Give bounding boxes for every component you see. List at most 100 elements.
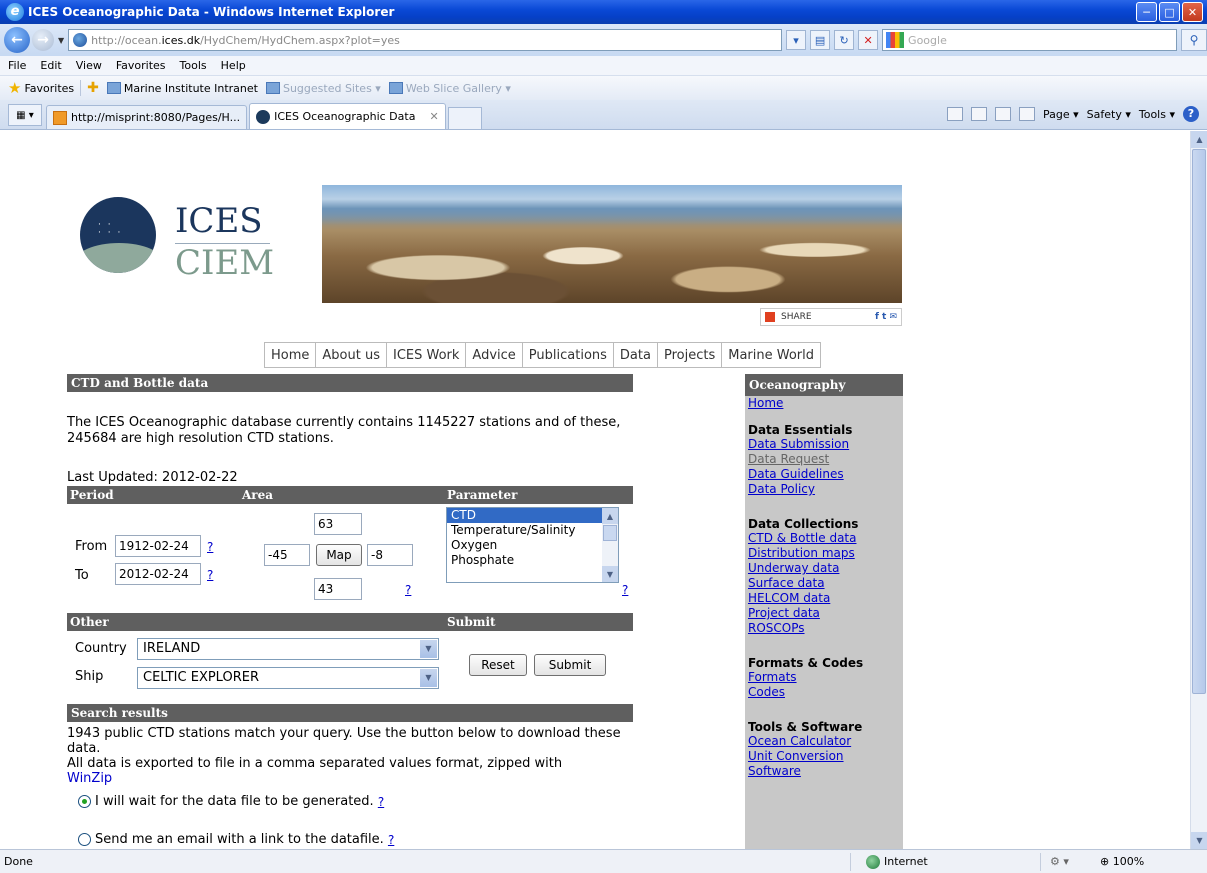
menu-view[interactable]: View	[76, 59, 102, 72]
link-unit-conversion[interactable]: Unit Conversion	[745, 749, 903, 764]
search-field[interactable]: Google	[882, 29, 1177, 51]
page-icon[interactable]: ▤	[810, 30, 831, 50]
menu-favorites[interactable]: Favorites	[116, 59, 166, 72]
link-data-policy[interactable]: Data Policy	[745, 482, 903, 497]
favorite-suggested-sites[interactable]: Suggested Sites ▾	[265, 82, 381, 95]
link-data-guidelines[interactable]: Data Guidelines	[745, 467, 903, 482]
favorites-button[interactable]: Favorites	[24, 82, 74, 95]
link-helcom-data[interactable]: HELCOM data	[745, 591, 903, 606]
option-wait[interactable]: I will wait for the data file to be gene…	[78, 794, 384, 809]
scroll-up-icon[interactable]: ▲	[602, 508, 618, 524]
chevron-down-icon[interactable]: ▼	[420, 669, 437, 687]
link-formats[interactable]: Formats	[745, 670, 903, 685]
menu-help[interactable]: Help	[221, 59, 246, 72]
link-data-submission[interactable]: Data Submission	[745, 437, 903, 452]
read-mail-icon[interactable]	[995, 107, 1011, 121]
protected-mode-icon[interactable]: ⚙ ▾	[1050, 855, 1069, 868]
parameter-listbox[interactable]: CTD Temperature/Salinity Oxygen Phosphat…	[446, 507, 619, 583]
parameter-option-phosphate[interactable]: Phosphate	[447, 553, 602, 568]
menu-tools[interactable]: Tools	[180, 59, 207, 72]
tab-misprint[interactable]: http://misprint:8080/Pages/H...	[46, 105, 248, 129]
nav-marine-world[interactable]: Marine World	[722, 343, 820, 367]
parameter-option-oxygen[interactable]: Oxygen	[447, 538, 602, 553]
sidebar-home-link[interactable]: Home	[745, 396, 903, 411]
menu-edit[interactable]: Edit	[40, 59, 61, 72]
parameter-option-temperature-salinity[interactable]: Temperature/Salinity	[447, 523, 602, 538]
email-help-link[interactable]: ?	[388, 833, 394, 847]
favorite-marine-institute[interactable]: Marine Institute Intranet	[106, 82, 258, 95]
parameter-help-link[interactable]: ?	[622, 583, 628, 597]
history-dropdown-icon[interactable]: ▼	[58, 36, 64, 45]
safety-menu[interactable]: Safety ▾	[1087, 108, 1131, 121]
nav-about-us[interactable]: About us	[316, 343, 387, 367]
nav-projects[interactable]: Projects	[658, 343, 723, 367]
link-underway-data[interactable]: Underway data	[745, 561, 903, 576]
option-email[interactable]: Send me an email with a link to the data…	[78, 832, 394, 847]
scroll-thumb[interactable]	[1192, 149, 1206, 694]
link-roscops[interactable]: ROSCOPs	[745, 621, 903, 636]
quick-tabs-button[interactable]: ▦ ▾	[8, 104, 42, 126]
compatibility-view-icon[interactable]: ▾	[786, 30, 807, 50]
radio-wait[interactable]	[78, 795, 91, 808]
from-help-link[interactable]: ?	[207, 540, 213, 554]
area-west-input[interactable]	[264, 544, 310, 566]
link-ctd-bottle-data[interactable]: CTD & Bottle data	[745, 531, 903, 546]
to-date-input[interactable]	[115, 563, 201, 585]
link-ocean-calculator[interactable]: Ocean Calculator	[745, 734, 903, 749]
to-help-link[interactable]: ?	[207, 568, 213, 582]
close-button[interactable]: ✕	[1182, 2, 1203, 22]
nav-ices-work[interactable]: ICES Work	[387, 343, 467, 367]
url-field[interactable]: http://ocean. ices.dk/HydChem/HydChem.asp…	[68, 29, 783, 51]
nav-home[interactable]: Home	[265, 343, 317, 367]
area-east-input[interactable]	[367, 544, 413, 566]
search-icon[interactable]: ⚲	[1181, 29, 1207, 51]
tab-ices-oceanographic-data[interactable]: ICES Oceanographic Data ✕	[249, 103, 446, 129]
link-software[interactable]: Software	[745, 764, 903, 779]
stop-icon[interactable]: ✕	[858, 30, 879, 50]
scroll-thumb[interactable]	[603, 525, 617, 541]
favorites-star-icon[interactable]: ★	[8, 79, 21, 97]
from-date-input[interactable]	[115, 535, 201, 557]
winzip-link[interactable]: WinZip	[67, 771, 112, 786]
map-button[interactable]: Map	[316, 544, 362, 566]
link-codes[interactable]: Codes	[745, 685, 903, 700]
link-distribution-maps[interactable]: Distribution maps	[745, 546, 903, 561]
link-surface-data[interactable]: Surface data	[745, 576, 903, 591]
back-button[interactable]: ←	[4, 27, 30, 53]
print-icon[interactable]	[1019, 107, 1035, 121]
scroll-up-icon[interactable]: ▲	[1191, 131, 1207, 148]
social-icons[interactable]: f t ✉	[875, 312, 897, 322]
submit-button[interactable]: Submit	[534, 654, 606, 676]
nav-advice[interactable]: Advice	[466, 343, 523, 367]
favorite-web-slice-gallery[interactable]: Web Slice Gallery ▾	[388, 82, 511, 95]
wait-help-link[interactable]: ?	[378, 795, 384, 809]
page-scrollbar[interactable]: ▲ ▼	[1190, 131, 1207, 849]
ices-logo[interactable]: · · · · · ICES CIEM	[80, 197, 320, 297]
nav-publications[interactable]: Publications	[523, 343, 614, 367]
area-help-link[interactable]: ?	[405, 583, 411, 597]
chevron-down-icon[interactable]: ▼	[420, 640, 437, 658]
reset-button[interactable]: Reset	[469, 654, 527, 676]
maximize-button[interactable]: □	[1159, 2, 1180, 22]
parameter-option-ctd[interactable]: CTD	[447, 508, 602, 523]
link-project-data[interactable]: Project data	[745, 606, 903, 621]
new-tab-button[interactable]	[447, 107, 482, 129]
area-south-input[interactable]	[314, 578, 362, 600]
add-favorite-icon[interactable]: ✚	[87, 80, 99, 96]
scroll-down-icon[interactable]: ▼	[602, 566, 618, 582]
link-data-request[interactable]: Data Request	[745, 452, 903, 467]
security-zone[interactable]: Internet	[866, 854, 928, 869]
share-widget[interactable]: SHARE f t ✉	[760, 308, 902, 326]
close-tab-icon[interactable]: ✕	[429, 110, 438, 123]
radio-email[interactable]	[78, 833, 91, 846]
menu-file[interactable]: File	[8, 59, 26, 72]
nav-data[interactable]: Data	[614, 343, 658, 367]
parameter-scrollbar[interactable]: ▲ ▼	[602, 508, 618, 582]
scroll-down-icon[interactable]: ▼	[1191, 832, 1207, 849]
home-icon[interactable]	[947, 107, 963, 121]
tools-menu[interactable]: Tools ▾	[1139, 108, 1175, 121]
forward-button[interactable]: →	[32, 29, 54, 51]
country-select[interactable]: IRELAND ▼	[137, 638, 439, 660]
ship-select[interactable]: CELTIC EXPLORER ▼	[137, 667, 439, 689]
zoom-level[interactable]: ⊕ 100%	[1100, 855, 1144, 868]
